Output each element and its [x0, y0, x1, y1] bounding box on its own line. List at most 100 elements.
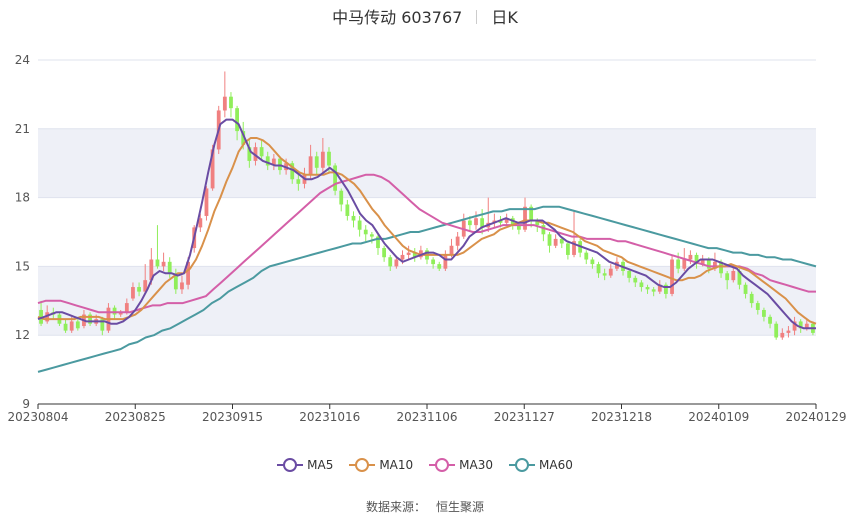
legend-marker-ma10 — [349, 458, 376, 472]
candle-body — [345, 204, 350, 216]
candle-body — [676, 259, 681, 269]
candle-body — [639, 282, 644, 288]
candle-body — [755, 303, 760, 310]
candle-body — [443, 254, 448, 269]
candle-body — [167, 261, 172, 274]
candle-body — [69, 321, 74, 331]
candle-body — [406, 252, 411, 255]
legend-item-ma30[interactable]: MA30 — [429, 458, 493, 472]
candle-body — [363, 229, 368, 235]
candle-body — [467, 220, 472, 226]
y-tick-label: 18 — [15, 191, 30, 205]
candle-body — [63, 323, 68, 331]
x-tick-label: 20231218 — [591, 410, 652, 424]
candle-body — [259, 147, 264, 157]
candle-body — [523, 206, 527, 230]
x-tick-label: 20231127 — [494, 410, 555, 424]
source-value: 恒生聚源 — [436, 500, 485, 514]
candle-body — [369, 234, 374, 237]
candle-body — [682, 259, 687, 269]
legend-label-ma10: MA10 — [379, 458, 414, 472]
candle-body — [774, 323, 779, 338]
legend-label-ma5: MA5 — [307, 458, 334, 472]
x-tick-label: 20240129 — [785, 410, 846, 424]
candle-body — [651, 289, 656, 292]
candle-body — [633, 277, 638, 283]
legend-item-ma60[interactable]: MA60 — [509, 458, 573, 472]
candle-body — [627, 270, 632, 278]
x-tick-label: 20231106 — [396, 410, 457, 424]
y-tick-label: 24 — [15, 53, 30, 67]
x-tick-label: 20240109 — [688, 410, 749, 424]
candle-body — [725, 273, 730, 281]
candle-body — [388, 257, 393, 267]
candle-body — [547, 234, 552, 246]
candle-body — [112, 307, 117, 315]
candle-body — [320, 151, 325, 168]
legend-item-ma5[interactable]: MA5 — [277, 458, 333, 472]
legend-marker-ma60 — [509, 458, 536, 472]
candle-body — [590, 259, 595, 265]
candle-body — [382, 248, 387, 258]
candle-body — [584, 252, 589, 260]
candle-body — [155, 259, 160, 267]
candle-body — [553, 238, 558, 246]
candle-body — [431, 259, 436, 265]
candle-body — [749, 293, 754, 304]
x-tick-label: 20231016 — [299, 410, 360, 424]
grid-band — [38, 128, 816, 198]
candle-body — [762, 309, 766, 317]
candle-body — [327, 151, 331, 166]
candle-body — [743, 284, 748, 294]
y-tick-label: 9 — [22, 397, 30, 411]
legend-marker-ma30 — [429, 458, 456, 472]
candle-body — [124, 303, 129, 313]
candle-body — [137, 287, 141, 292]
candle-body — [688, 254, 693, 260]
candle-body — [75, 321, 80, 329]
candle-body — [645, 287, 650, 290]
legend-item-ma10[interactable]: MA10 — [349, 458, 413, 472]
source-label: 数据来源： — [365, 500, 426, 514]
x-tick-label: 20230915 — [202, 410, 263, 424]
candle-body — [437, 264, 442, 269]
candle-body — [131, 287, 135, 299]
candle-body — [400, 254, 405, 260]
candle-body — [768, 316, 772, 324]
candle-body — [780, 332, 785, 338]
candle-body — [180, 282, 184, 290]
candle-body — [608, 268, 613, 276]
x-tick-label: 20230825 — [105, 410, 166, 424]
candle-body — [602, 273, 607, 276]
y-tick-label: 15 — [15, 259, 30, 273]
x-tick-label: 20230804 — [7, 410, 68, 424]
candle-body — [731, 270, 736, 281]
candle-body — [296, 179, 301, 184]
candle-body — [565, 243, 570, 255]
y-tick-label: 21 — [15, 122, 30, 136]
candle-body — [314, 156, 319, 168]
candle-body — [235, 108, 239, 132]
legend-marker-ma5 — [277, 458, 304, 472]
candle-body — [670, 259, 674, 294]
legend-label-ma60: MA60 — [539, 458, 573, 472]
candle-body — [308, 156, 313, 175]
kline-chart: 9 12 15 18 21 24 20230804 20230825 20230915 20231… — [7, 53, 846, 424]
candle-body — [786, 330, 791, 333]
candle-body — [229, 96, 233, 109]
candle-body — [596, 264, 601, 274]
candle-body — [278, 158, 282, 171]
candle-body — [339, 190, 344, 205]
candle-body — [161, 261, 166, 267]
candle-body — [222, 96, 227, 111]
candle-body — [541, 225, 546, 235]
legend-label-ma30: MA30 — [459, 458, 494, 472]
y-tick-label: 12 — [15, 328, 30, 342]
candle-body — [474, 218, 478, 226]
candle-body — [357, 220, 362, 230]
chart-legend: MA5 MA10 MA30 MA60 — [0, 458, 850, 472]
candle-body — [394, 259, 399, 267]
candle-body — [351, 215, 356, 221]
data-source: 数据来源： 恒生聚源 — [0, 498, 850, 515]
candle-body — [449, 245, 454, 255]
